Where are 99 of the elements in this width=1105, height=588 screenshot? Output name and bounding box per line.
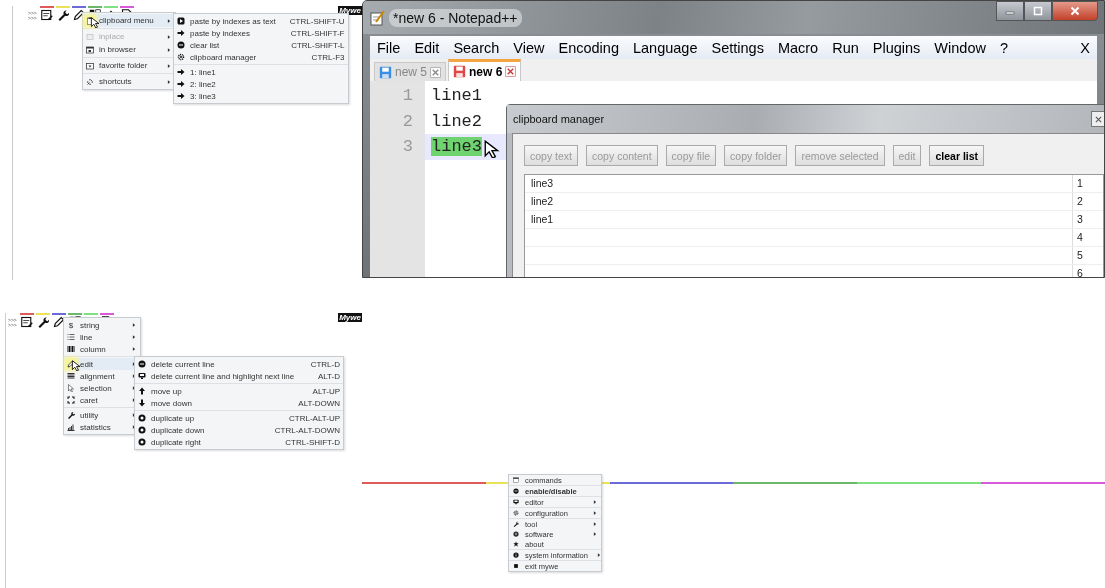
menu-item[interactable]: alignment: [64, 370, 140, 382]
code-line: line1: [431, 86, 482, 105]
close-icon: [505, 66, 517, 77]
mouse-pointer-icon: [483, 140, 501, 158]
close-button[interactable]: [1091, 111, 1104, 127]
menu-item[interactable]: ?: [999, 39, 1008, 56]
minus-circle-icon: [177, 41, 185, 49]
pencil-icon[interactable]: [53, 316, 66, 328]
mouse-pointer-icon: [71, 360, 82, 371]
wrench-icon: [67, 411, 75, 419]
star-icon: [513, 541, 519, 547]
table-cell-text: line2: [530, 194, 555, 209]
minus-circle-icon: [138, 360, 146, 368]
pencil-icon: [67, 360, 75, 368]
notepad-app-icon: [369, 9, 385, 26]
line-number: 2: [401, 110, 414, 133]
down-arrow-icon: [138, 399, 146, 407]
menu-item[interactable]: line: [64, 331, 140, 343]
menu-item[interactable]: 1: line1: [174, 66, 348, 78]
dollar-icon: $: [68, 320, 74, 330]
dialog-title: clipboard manager: [513, 113, 605, 125]
arrow-icon: [177, 29, 185, 37]
menu-item[interactable]: Macro: [777, 39, 819, 56]
submenu-arrow-icon: [595, 552, 602, 558]
table-cell: 4: [1072, 229, 1103, 246]
close-icon: [430, 66, 442, 78]
code-line: line2: [431, 111, 482, 131]
menu-item[interactable]: Settings: [711, 39, 764, 56]
lines-icon: [67, 372, 75, 380]
menu-item[interactable]: 3: line3: [174, 90, 348, 102]
table-cell: 6: [1072, 265, 1103, 277]
menu-item[interactable]: Edit: [414, 39, 440, 56]
corners-icon: [67, 396, 75, 404]
notepad-icon[interactable]: [21, 316, 34, 328]
menu-item[interactable]: favorite folder: [83, 59, 175, 72]
menu-item[interactable]: Language: [632, 39, 698, 56]
window-title: *new 6 - Notepad++: [389, 8, 522, 27]
wrench-icon: [513, 521, 519, 527]
table-cell: 2: [1072, 193, 1103, 210]
dialog-button[interactable]: clear list: [929, 145, 985, 166]
up-arrow-icon: [138, 387, 146, 395]
menu-item[interactable]: in browser: [83, 43, 175, 56]
menu-item[interactable]: Run: [832, 39, 859, 56]
menu-item[interactable]: paste by indexes CTRL-SHIFT-F: [174, 27, 348, 39]
app-label: Mywe: [338, 313, 362, 322]
info-icon: [513, 552, 519, 558]
close-button[interactable]: [1052, 1, 1098, 21]
line-number: 1: [401, 85, 414, 107]
menu-item[interactable]: View: [513, 39, 545, 56]
menu-item[interactable]: column: [64, 343, 140, 355]
table-cell: 1: [1072, 175, 1103, 192]
table-cell-text: line3: [530, 176, 555, 191]
table-cell: 3: [1072, 211, 1103, 228]
pencil-icon[interactable]: [73, 9, 86, 21]
menu-item[interactable]: clipboard menu: [83, 14, 175, 27]
tab[interactable]: new 6: [448, 59, 522, 81]
gear-icon: [177, 53, 185, 61]
minus-circle-icon: [513, 488, 519, 494]
columns-icon: [67, 345, 75, 353]
notepad-icon[interactable]: [41, 9, 54, 21]
gear-icon: [513, 510, 519, 516]
wrench-icon[interactable]: [37, 316, 50, 328]
menu-item[interactable]: shortcuts: [83, 75, 175, 88]
play-icon: [177, 17, 185, 25]
submenu-arrow-icon: [166, 62, 172, 69]
browser-window-icon: [86, 45, 94, 54]
bar-chart-icon: [67, 423, 75, 431]
close-icon: [1094, 115, 1102, 123]
menu-item[interactable]: clear list CTRL-SHIFT-L: [174, 39, 348, 51]
folder-icon: [86, 61, 94, 70]
close-icon: [1070, 6, 1080, 16]
cursor-icon: [67, 384, 75, 392]
monitor-icon: [513, 499, 519, 505]
monitor-icon: [138, 372, 146, 380]
line-number: 3: [401, 136, 414, 158]
window-icon: [513, 477, 519, 483]
menu-item[interactable]: duplicate right CTRL-SHIFT-D: [135, 436, 343, 448]
menu-item[interactable]: Search: [453, 39, 500, 56]
close-document-button[interactable]: X: [1080, 39, 1090, 56]
submenu-arrow-icon: [166, 17, 172, 24]
submenu-arrow-icon: [166, 78, 172, 85]
maximize-icon: [1033, 6, 1043, 16]
menu-item[interactable]: Window: [934, 39, 986, 56]
menu-item[interactable]: $ string: [64, 319, 140, 331]
table-cell-text: line1: [530, 212, 555, 227]
menu-item[interactable]: File: [377, 39, 401, 56]
wrench-icon[interactable]: [57, 9, 70, 21]
list-icon: [67, 333, 75, 341]
disk-icon: [513, 531, 519, 537]
link-icon: [86, 77, 94, 86]
menu-item[interactable]: paste by indexes as text CTRL-SHIFT-U: [174, 15, 348, 27]
menu-item[interactable]: Plugins: [872, 39, 921, 56]
menu-item[interactable]: Encoding: [558, 39, 619, 56]
maximize-button[interactable]: [1024, 1, 1052, 21]
menu-item[interactable]: 2: line2: [174, 78, 348, 90]
minimize-button[interactable]: [996, 1, 1024, 21]
menu-item[interactable]: clipboard manager CTRL-F3: [174, 51, 348, 63]
table-cell: 5: [1072, 247, 1103, 264]
blank-icon: [86, 32, 94, 41]
